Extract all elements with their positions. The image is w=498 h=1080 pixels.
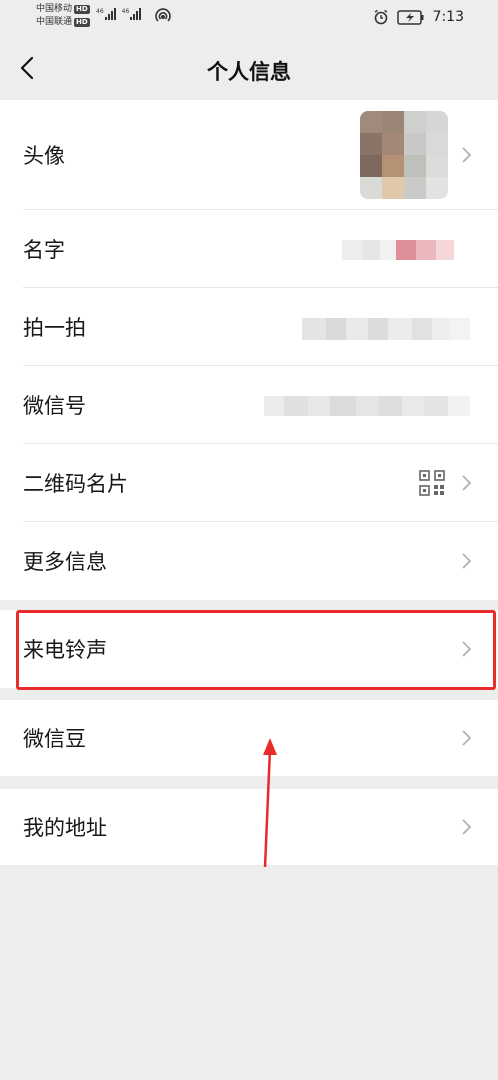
row-label-name: 名字 (23, 238, 65, 262)
carrier-info: 中国移动 HD 中国联通 HD (36, 3, 90, 29)
beans-group: 微信豆 (0, 700, 498, 776)
row-label-qr-card: 二维码名片 (23, 472, 128, 496)
page-title: 个人信息 (207, 60, 291, 84)
battery-icon (396, 9, 424, 25)
annotation-arrow-icon (263, 738, 277, 868)
carrier-1: 中国移动 (36, 4, 73, 14)
qr-code-icon (419, 470, 445, 496)
chevron-right-icon (462, 553, 472, 569)
row-address[interactable]: 我的地址 (0, 789, 498, 865)
chevron-right-icon (462, 819, 472, 835)
row-label-avatar: 头像 (23, 144, 65, 168)
signal-icon: 46 (122, 8, 142, 20)
address-group: 我的地址 (0, 789, 498, 865)
carrier-2: 中国联通 (36, 17, 73, 27)
highlight-box (16, 610, 496, 690)
row-wechat-beans[interactable]: 微信豆 (0, 700, 498, 776)
name-value-redacted (342, 240, 454, 260)
row-label-wechat-id: 微信号 (23, 394, 86, 418)
avatar[interactable] (360, 111, 448, 199)
signal-icons: 46 46 (96, 8, 142, 20)
pat-value-redacted (302, 318, 470, 340)
chevron-right-icon (462, 730, 472, 746)
status-bar: 中国移动 HD 中国联通 HD 46 46 7:13 (0, 0, 498, 36)
nav-bar: 个人信息 (0, 36, 498, 100)
hd-badge: HD (74, 18, 90, 27)
row-pat[interactable]: 拍一拍 (0, 288, 498, 366)
signal-icon: 46 (96, 8, 116, 20)
row-label-more-info: 更多信息 (23, 550, 107, 574)
row-wechat-id[interactable]: 微信号 (0, 366, 498, 444)
row-qr-card[interactable]: 二维码名片 (0, 444, 498, 522)
hd-badge: HD (74, 5, 90, 14)
row-avatar[interactable]: 头像 (0, 100, 498, 210)
profile-group: 头像 名字 拍一拍 微信号 二维码名片 更多信息 (0, 100, 498, 600)
row-more-info[interactable]: 更多信息 (0, 522, 498, 600)
chevron-right-icon (462, 475, 472, 491)
chevron-right-icon (462, 147, 472, 163)
row-name[interactable]: 名字 (0, 210, 498, 288)
row-label-wechat-beans: 微信豆 (23, 727, 86, 751)
hotspot-icon (155, 8, 171, 22)
row-label-address: 我的地址 (23, 816, 107, 840)
alarm-icon (374, 9, 387, 25)
row-label-pat: 拍一拍 (23, 316, 86, 340)
wechat-id-value-redacted (264, 396, 470, 416)
status-time: 7:13 (432, 9, 464, 25)
